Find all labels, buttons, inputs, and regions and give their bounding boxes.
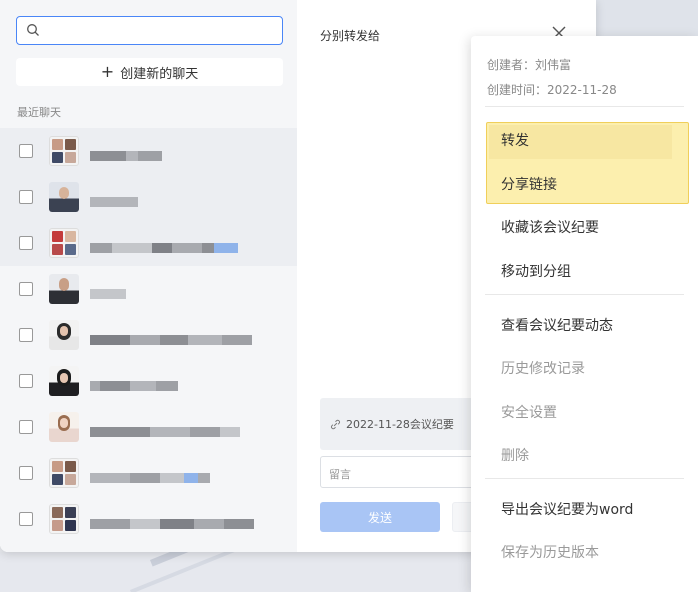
forward-title: 分别转发给 xyxy=(320,29,381,43)
recent-chats-label: 最近聊天 xyxy=(17,106,61,119)
chat-row[interactable] xyxy=(0,404,297,450)
chat-list xyxy=(0,128,297,542)
chat-row[interactable] xyxy=(0,220,297,266)
chat-row[interactable] xyxy=(0,496,297,542)
chat-name-redacted xyxy=(90,422,240,437)
chat-row[interactable] xyxy=(0,358,297,404)
create-new-chat-label: 创建新的聊天 xyxy=(120,66,199,82)
avatar xyxy=(49,504,79,534)
send-button[interactable]: 发送 xyxy=(320,502,440,532)
menu-item-save-version[interactable]: 保存为历史版本 xyxy=(501,542,599,562)
chat-row[interactable] xyxy=(0,312,297,358)
chat-name-redacted xyxy=(90,376,178,391)
menu-divider xyxy=(485,294,684,295)
chat-name-redacted xyxy=(90,238,238,253)
chat-name-redacted xyxy=(90,330,252,345)
avatar xyxy=(49,274,79,304)
menu-item-history[interactable]: 历史修改记录 xyxy=(501,358,585,378)
chat-checkbox[interactable] xyxy=(19,466,33,480)
menu-item-delete[interactable]: 删除 xyxy=(501,445,529,465)
menu-item-view-activity[interactable]: 查看会议纪要动态 xyxy=(501,315,613,335)
avatar xyxy=(49,412,79,442)
menu-item-security[interactable]: 安全设置 xyxy=(501,402,557,422)
chat-name-redacted xyxy=(90,514,254,529)
menu-item-forward[interactable]: 转发 xyxy=(501,130,529,150)
search-input[interactable] xyxy=(16,16,283,45)
chat-select-panel: + 创建新的聊天 最近聊天 xyxy=(0,0,297,552)
created-time-info: 创建时间：2022-11-28 xyxy=(487,83,617,97)
menu-item-share-link[interactable]: 分享链接 xyxy=(501,174,557,194)
chat-checkbox[interactable] xyxy=(19,512,33,526)
attachment-name: 2022-11-28会议纪要 xyxy=(346,418,454,431)
avatar xyxy=(49,320,79,350)
chat-checkbox[interactable] xyxy=(19,144,33,158)
chat-name-redacted xyxy=(90,146,162,161)
menu-item-move-to-group[interactable]: 移动到分组 xyxy=(501,261,571,281)
creator-info: 创建者：刘伟富 xyxy=(487,58,572,72)
background-pane-right xyxy=(596,0,698,40)
avatar xyxy=(49,458,79,488)
chat-name-redacted xyxy=(90,468,210,483)
chat-checkbox[interactable] xyxy=(19,328,33,342)
chat-row[interactable] xyxy=(0,128,297,174)
chat-checkbox[interactable] xyxy=(19,236,33,250)
avatar xyxy=(49,136,79,166)
search-icon xyxy=(27,24,39,36)
chat-checkbox[interactable] xyxy=(19,374,33,388)
chat-row[interactable] xyxy=(0,266,297,312)
create-new-chat-button[interactable]: + 创建新的聊天 xyxy=(16,58,283,86)
chat-name-redacted xyxy=(90,192,138,207)
plus-icon: + xyxy=(100,62,115,81)
chat-row[interactable] xyxy=(0,174,297,220)
avatar xyxy=(49,228,79,258)
chat-checkbox[interactable] xyxy=(19,420,33,434)
link-icon xyxy=(331,419,340,429)
chat-row[interactable] xyxy=(0,450,297,496)
avatar xyxy=(49,182,79,212)
more-actions-menu: 创建者：刘伟富 创建时间：2022-11-28 转发 分享链接 收藏该会议纪要 … xyxy=(471,36,698,592)
avatar xyxy=(49,366,79,396)
chat-name-redacted xyxy=(90,284,126,299)
menu-item-export-word[interactable]: 导出会议纪要为word xyxy=(501,499,633,519)
chat-checkbox[interactable] xyxy=(19,190,33,204)
chat-checkbox[interactable] xyxy=(19,282,33,296)
menu-item-favorite[interactable]: 收藏该会议纪要 xyxy=(501,217,599,237)
menu-divider xyxy=(485,106,684,107)
menu-divider xyxy=(485,478,684,479)
